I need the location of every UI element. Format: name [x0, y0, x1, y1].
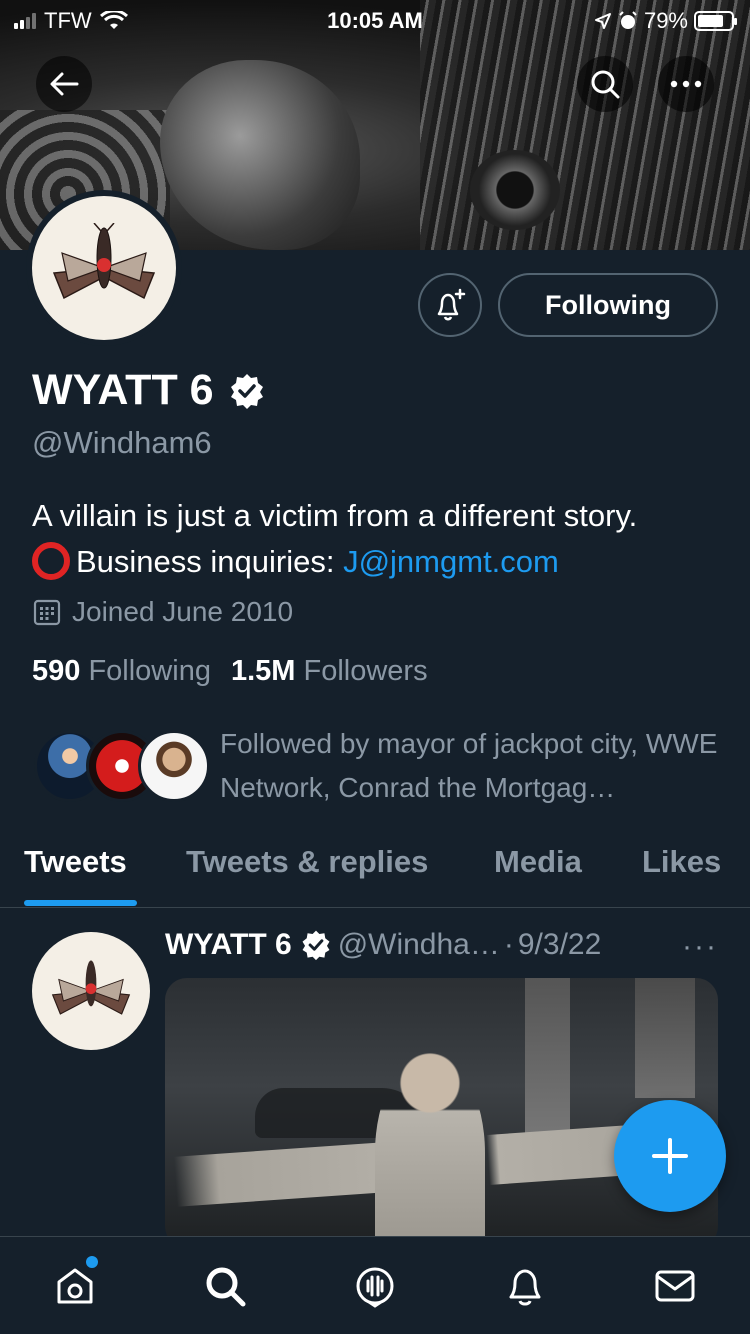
messages-icon — [655, 1270, 695, 1302]
following-count-label: Following — [88, 655, 211, 687]
bio-email-link[interactable]: J@jnmgmt.com — [343, 544, 559, 579]
tweet-avatar[interactable] — [32, 932, 150, 1050]
search-icon — [206, 1267, 246, 1307]
nav-search[interactable] — [200, 1261, 250, 1311]
followers-count: 1.5M — [230, 655, 296, 687]
battery-percent: 79% — [643, 8, 688, 33]
profile-bio: A villain is just a victim from a differ… — [32, 493, 732, 585]
following-button[interactable]: Following — [498, 273, 718, 337]
more-button[interactable] — [658, 56, 714, 112]
joined-date: Joined June 2010 — [32, 596, 293, 628]
tab-media[interactable]: Media — [494, 844, 582, 880]
home-icon — [57, 1268, 93, 1304]
moth-logo — [32, 196, 176, 340]
back-arrow-icon — [50, 72, 79, 96]
followers-count-label: Followers — [303, 655, 428, 687]
media-pillar — [635, 978, 695, 1098]
tweet-header: WYATT 6 @Windha… · 9/3/22 — [165, 928, 725, 962]
moth-logo — [51, 960, 131, 1015]
active-tab-indicator — [24, 900, 137, 906]
media-pillar — [525, 978, 570, 1138]
alarm-icon — [619, 11, 637, 29]
bell-plus-icon — [437, 288, 466, 321]
plus-icon — [652, 1138, 688, 1174]
notifications-icon — [509, 1269, 541, 1306]
followed-by-text[interactable]: Followed by mayor of jackpot city, WWE N… — [220, 722, 730, 810]
more-icon — [670, 80, 702, 88]
calendar-icon — [33, 599, 61, 626]
profile-handle: @Windham6 — [32, 425, 212, 460]
display-name-row: WYATT 6 — [32, 366, 266, 415]
tweet-more-button[interactable]: ··· — [682, 930, 718, 964]
followed-by-avatars[interactable] — [34, 730, 210, 806]
spaces-icon — [356, 1267, 394, 1308]
bio-line-2: Business inquiries: J@jnmgmt.com — [32, 539, 732, 585]
compose-tweet-button[interactable] — [614, 1100, 726, 1212]
bottom-nav — [0, 1236, 750, 1334]
red-circle-emoji-icon — [32, 542, 70, 580]
profile-tabs: Tweets Tweets & replies Media Likes — [0, 828, 750, 908]
profile-avatar[interactable] — [26, 190, 182, 346]
following-count-link[interactable]: 590 Following — [32, 655, 211, 688]
notifications-bell-button[interactable] — [418, 273, 482, 337]
bio-business-label: Business inquiries: — [76, 544, 344, 579]
tweet-date[interactable]: 9/3/22 — [518, 928, 601, 962]
tab-likes[interactable]: Likes — [642, 844, 721, 880]
tweet-author-name[interactable]: WYATT 6 — [165, 928, 292, 962]
nav-spaces[interactable] — [350, 1261, 400, 1311]
banner-eye — [470, 150, 560, 230]
status-bar: TFW 10:05 AM 79% — [0, 0, 750, 40]
tab-tweets[interactable]: Tweets — [24, 844, 127, 880]
back-button[interactable] — [36, 56, 92, 112]
verified-badge-icon — [302, 930, 330, 961]
status-right: 79% — [594, 8, 737, 34]
search-icon — [591, 70, 620, 99]
search-button[interactable] — [577, 56, 633, 112]
location-arrow-icon — [594, 13, 611, 29]
media-person — [375, 1053, 485, 1248]
nav-messages[interactable] — [650, 1261, 700, 1311]
tab-tweets-replies[interactable]: Tweets & replies — [186, 844, 428, 880]
joined-label: Joined June 2010 — [72, 596, 294, 627]
home-notification-dot — [86, 1256, 98, 1268]
battery-icon — [694, 11, 737, 31]
following-count: 590 — [32, 655, 81, 687]
nav-home[interactable] — [50, 1261, 100, 1311]
display-name: WYATT 6 — [32, 366, 214, 414]
banner-face — [160, 60, 360, 250]
tweet-author-handle: @Windha… — [337, 928, 500, 961]
follower-avatar — [138, 730, 210, 802]
followers-count-link[interactable]: 1.5M Followers — [231, 655, 428, 688]
follow-counts: 590 Following 1.5M Followers — [32, 655, 428, 688]
verified-badge-icon — [230, 373, 263, 409]
bio-line-1: A villain is just a victim from a differ… — [32, 498, 638, 533]
nav-notifications[interactable] — [500, 1261, 550, 1311]
tweet-separator: · — [503, 928, 514, 961]
